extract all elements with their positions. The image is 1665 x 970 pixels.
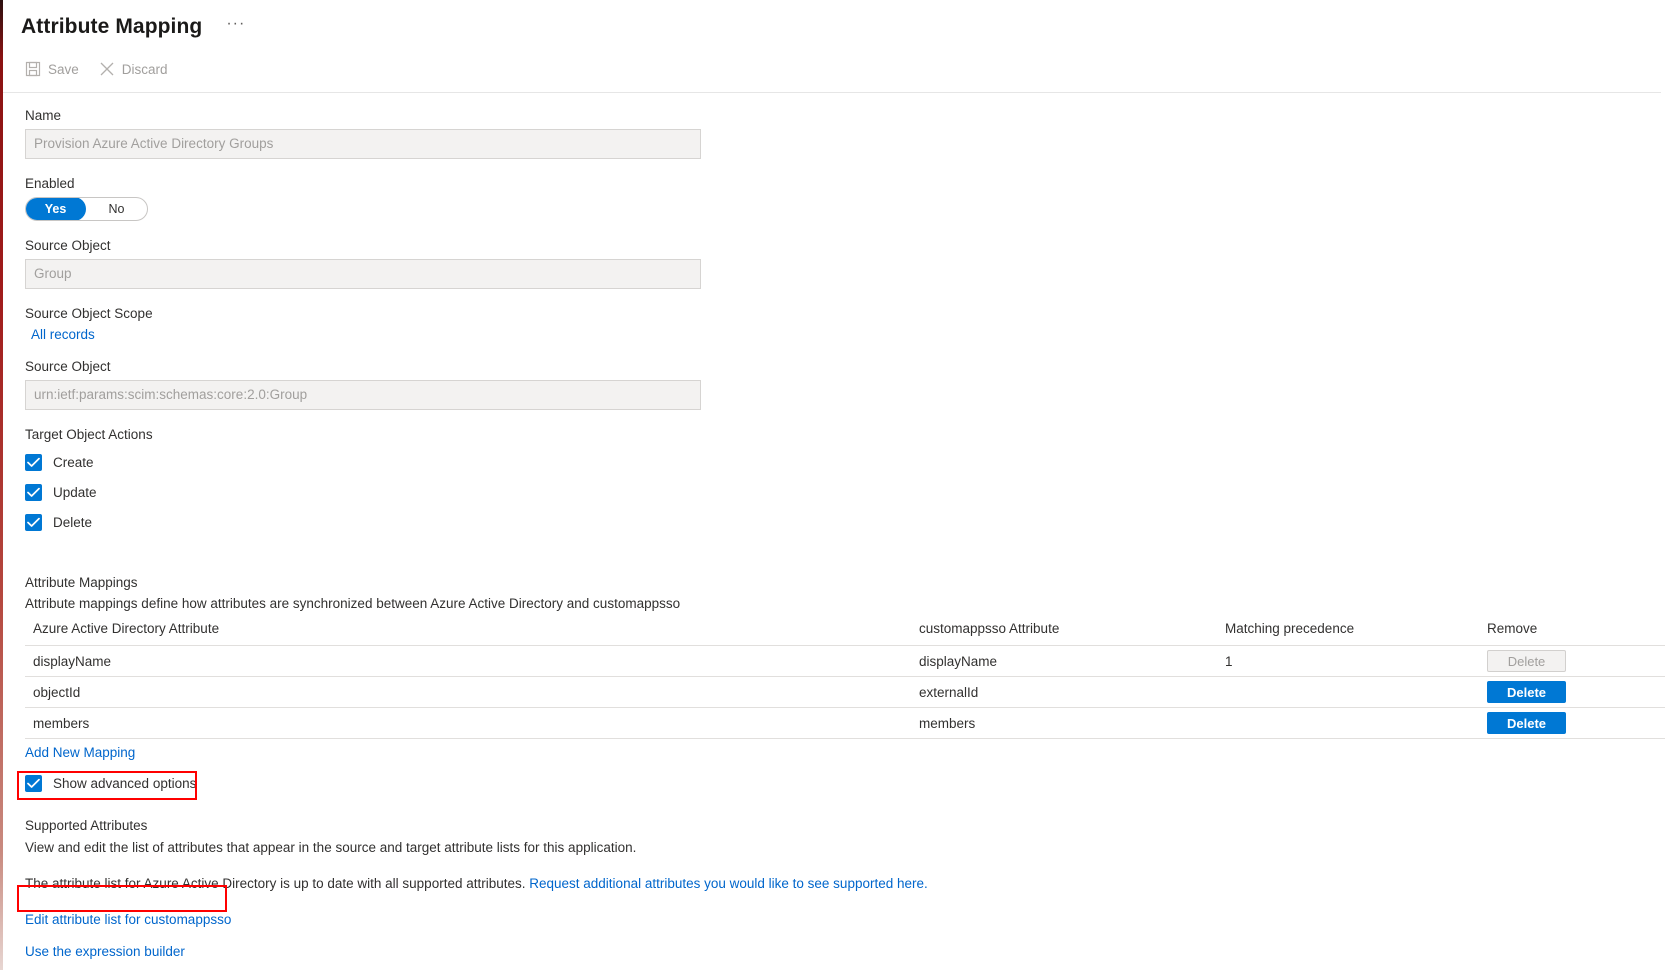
edit-attribute-list-link[interactable]: Edit attribute list for customappsso	[25, 912, 231, 927]
checkbox-create-label: Create	[53, 455, 94, 470]
enabled-label: Enabled	[25, 176, 75, 191]
page-title: Attribute Mapping	[21, 15, 203, 38]
request-additional-attributes-link[interactable]: Request additional attributes you would …	[529, 876, 928, 891]
cell-target-attribute: externalId	[919, 676, 1225, 708]
attribute-mappings-title: Attribute Mappings	[25, 575, 138, 590]
cell-source-attribute: objectId	[25, 676, 919, 708]
save-label: Save	[48, 61, 79, 77]
source-object-input[interactable]	[25, 259, 701, 289]
blade-attribute-mapping: Attribute Mapping ··· Save Discard Name …	[3, 0, 1665, 970]
supported-attributes-description: View and edit the list of attributes tha…	[25, 840, 637, 855]
delete-button[interactable]: Delete	[1487, 681, 1566, 703]
close-x-icon	[99, 61, 115, 77]
add-new-mapping-link[interactable]: Add New Mapping	[25, 745, 135, 760]
supported-attributes-title: Supported Attributes	[25, 818, 148, 833]
checkbox-show-advanced-label: Show advanced options	[53, 776, 197, 791]
cell-remove: Delete	[1487, 707, 1665, 739]
column-header-precedence: Matching precedence	[1225, 621, 1487, 646]
source-object-scope-link[interactable]: All records	[31, 327, 95, 342]
cell-remove: Delete	[1487, 676, 1665, 708]
mapping-form: Name Enabled Yes No Source Object Source…	[3, 93, 1665, 959]
name-label: Name	[25, 108, 62, 123]
checkbox-update-label: Update	[53, 485, 97, 500]
discard-label: Discard	[121, 61, 168, 77]
discard-button[interactable]: Discard	[99, 61, 168, 77]
source-object-scope-label: Source Object Scope	[25, 306, 153, 321]
source-object-2-label: Source Object	[25, 359, 111, 374]
expression-builder-link[interactable]: Use the expression builder	[25, 944, 185, 959]
column-header-target: customappsso Attribute	[919, 621, 1225, 646]
checkbox-create[interactable]: Create	[25, 454, 1665, 471]
enabled-toggle-no[interactable]: No	[86, 198, 147, 220]
checkbox-create-box[interactable]	[25, 454, 42, 471]
attribute-mappings-description: Attribute mappings define how attributes…	[25, 596, 681, 611]
cell-source-attribute: members	[25, 707, 919, 739]
name-input[interactable]	[25, 129, 701, 159]
blade-header: Attribute Mapping ···	[3, 0, 1665, 46]
delete-button[interactable]: Delete	[1487, 712, 1566, 734]
checkbox-delete[interactable]: Delete	[25, 514, 1665, 531]
cell-matching-precedence: 1	[1225, 645, 1487, 677]
column-header-source: Azure Active Directory Attribute	[25, 621, 919, 646]
table-row[interactable]: displayName displayName 1 Delete	[25, 645, 1665, 677]
save-disk-icon	[25, 61, 41, 77]
supported-attributes-status-text: The attribute list for Azure Active Dire…	[25, 876, 530, 891]
more-menu-icon[interactable]: ···	[220, 14, 251, 40]
checkbox-delete-box[interactable]	[25, 514, 42, 531]
attribute-mappings-table: Azure Active Directory Attribute customa…	[25, 621, 1665, 739]
table-header-row: Azure Active Directory Attribute customa…	[25, 621, 1665, 646]
cell-matching-precedence	[1225, 707, 1487, 739]
target-object-actions-label: Target Object Actions	[25, 427, 153, 442]
checkbox-show-advanced-box[interactable]	[25, 775, 42, 792]
table-row[interactable]: members members Delete	[25, 707, 1665, 739]
command-bar: Save Discard	[3, 46, 1661, 93]
cell-target-attribute: members	[919, 707, 1225, 739]
checkbox-update-box[interactable]	[25, 484, 42, 501]
source-object-label: Source Object	[25, 238, 111, 253]
cell-matching-precedence	[1225, 676, 1487, 708]
enabled-toggle-yes[interactable]: Yes	[26, 198, 86, 220]
checkbox-update[interactable]: Update	[25, 484, 1665, 501]
delete-button[interactable]: Delete	[1487, 650, 1566, 672]
source-object-2-input[interactable]	[25, 380, 701, 410]
save-button[interactable]: Save	[25, 61, 79, 77]
checkbox-show-advanced-options[interactable]: Show advanced options	[25, 775, 1665, 792]
enabled-toggle[interactable]: Yes No	[25, 197, 148, 221]
checkbox-delete-label: Delete	[53, 515, 93, 530]
cell-source-attribute: displayName	[25, 645, 919, 677]
table-row[interactable]: objectId externalId Delete	[25, 676, 1665, 708]
supported-attributes-status: The attribute list for Azure Active Dire…	[25, 875, 1665, 893]
cell-remove: Delete	[1487, 645, 1665, 677]
column-header-remove: Remove	[1487, 621, 1665, 646]
cell-target-attribute: displayName	[919, 645, 1225, 677]
